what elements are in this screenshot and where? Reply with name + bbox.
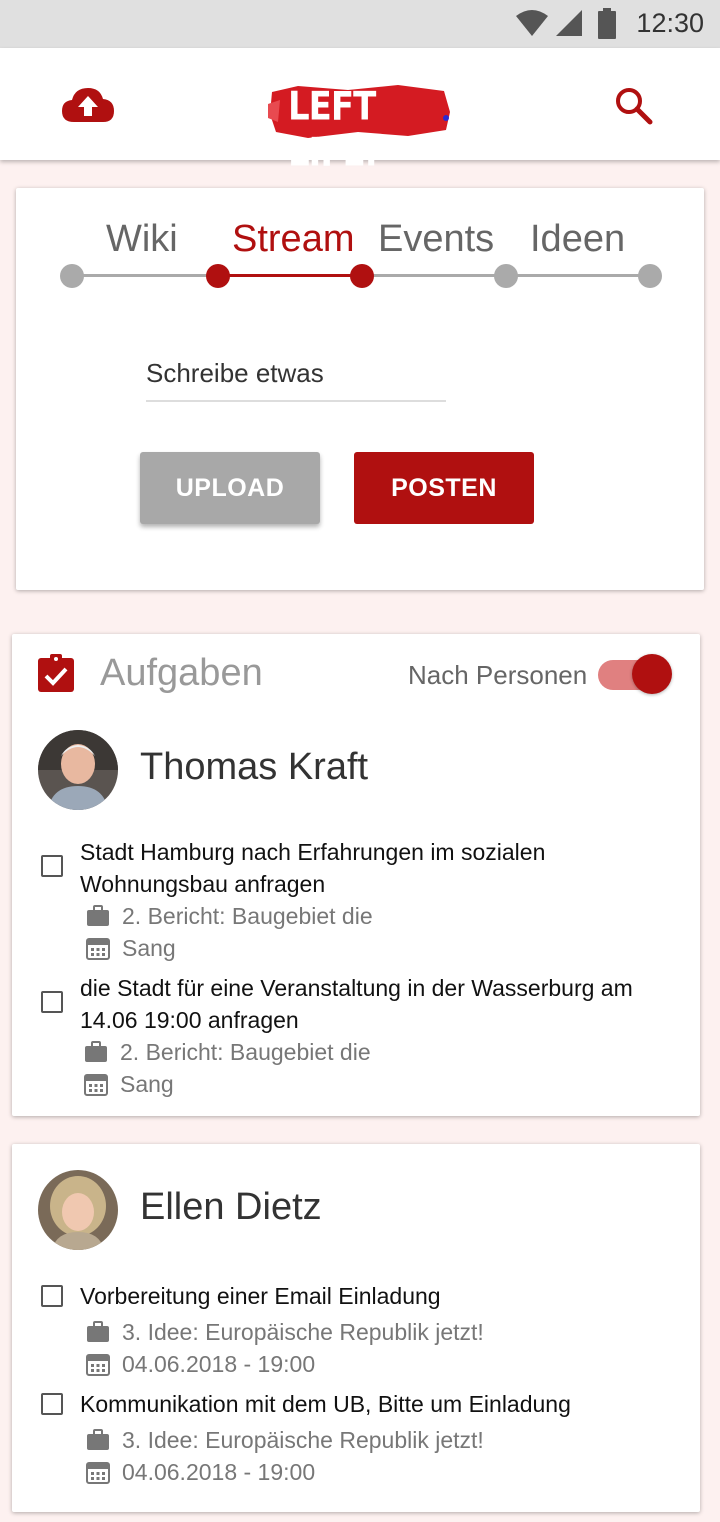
task-checkbox[interactable] [41,1393,63,1415]
cloud-upload-icon[interactable] [62,86,114,124]
task-title: Vorbereitung einer Email Einladung [80,1283,441,1309]
left-life-logo: LEFT LIFE. [268,82,454,176]
composer-card: Wiki Stream Events Ideen Schreibe etwas … [16,188,704,590]
status-bar: 12:30 [0,0,720,48]
tab-line-active [218,274,362,277]
task-date: 04.06.2018 - 19:00 [122,1459,316,1485]
person-name: Ellen Dietz [140,1186,322,1228]
tab-stream[interactable]: Stream [232,218,354,261]
avatar [38,1170,118,1250]
toggle-thumb[interactable] [632,654,672,694]
task-title: Stadt Hamburg nach Erfahrungen im sozial… [80,839,546,897]
tab-dot[interactable] [638,264,662,288]
post-input[interactable]: Schreibe etwas [146,354,446,402]
tab-line [72,274,218,277]
tab-dot[interactable] [60,264,84,288]
task-date: 04.06.2018 - 19:00 [122,1351,316,1377]
task-title: die Stadt für eine Veranstaltung in der … [80,975,633,1033]
calendar-icon [84,1074,108,1096]
briefcase-icon [85,1041,107,1062]
logo-text: LEFT LIFE. [288,84,378,176]
battery-icon [598,8,616,39]
tab-dot-active[interactable] [206,264,230,288]
briefcase-icon [87,905,109,926]
person-name: Thomas Kraft [140,746,369,788]
task-checkbox[interactable] [41,1285,63,1307]
tab-dot-active[interactable] [350,264,374,288]
section-title: Aufgaben [100,652,263,694]
task-project: 2. Bericht: Baugebiet die [120,1039,371,1065]
briefcase-icon [87,1429,109,1450]
task-date: Sang [122,935,176,961]
clock: 12:30 [636,8,704,38]
task-checkbox[interactable] [41,855,63,877]
tasks-card: Ellen Dietz Vorbereitung einer Email Ein… [12,1144,700,1512]
briefcase-icon [87,1321,109,1342]
task-project: 3. Idee: Europäische Republik jetzt! [122,1427,484,1453]
wifi-icon [516,10,548,36]
task-project: 2. Bericht: Baugebiet die [122,903,373,929]
tab-dot[interactable] [494,264,518,288]
calendar-icon [86,1354,110,1376]
post-button[interactable]: POSTEN [354,452,534,524]
clipboard-check-icon [38,654,74,692]
task-date: Sang [120,1071,174,1097]
task-title: Kommunikation mit dem UB, Bitte um Einla… [80,1391,571,1417]
search-icon[interactable] [614,86,654,126]
task-checkbox[interactable] [41,991,63,1013]
tab-events[interactable]: Events [378,218,494,261]
signal-icon [556,10,582,36]
tab-ideen[interactable]: Ideen [530,218,625,261]
tab-wiki[interactable]: Wiki [106,218,178,261]
calendar-icon [86,938,110,960]
avatar [38,730,118,810]
calendar-icon [86,1462,110,1484]
toggle-label: Nach Personen [408,660,588,690]
task-project: 3. Idee: Europäische Republik jetzt! [122,1319,484,1345]
app-bar: LEFT LIFE. [0,48,720,176]
upload-button[interactable]: UPLOAD [140,452,320,524]
tasks-card: Aufgaben Nach Personen Thomas Kraft Stad… [12,634,700,1116]
